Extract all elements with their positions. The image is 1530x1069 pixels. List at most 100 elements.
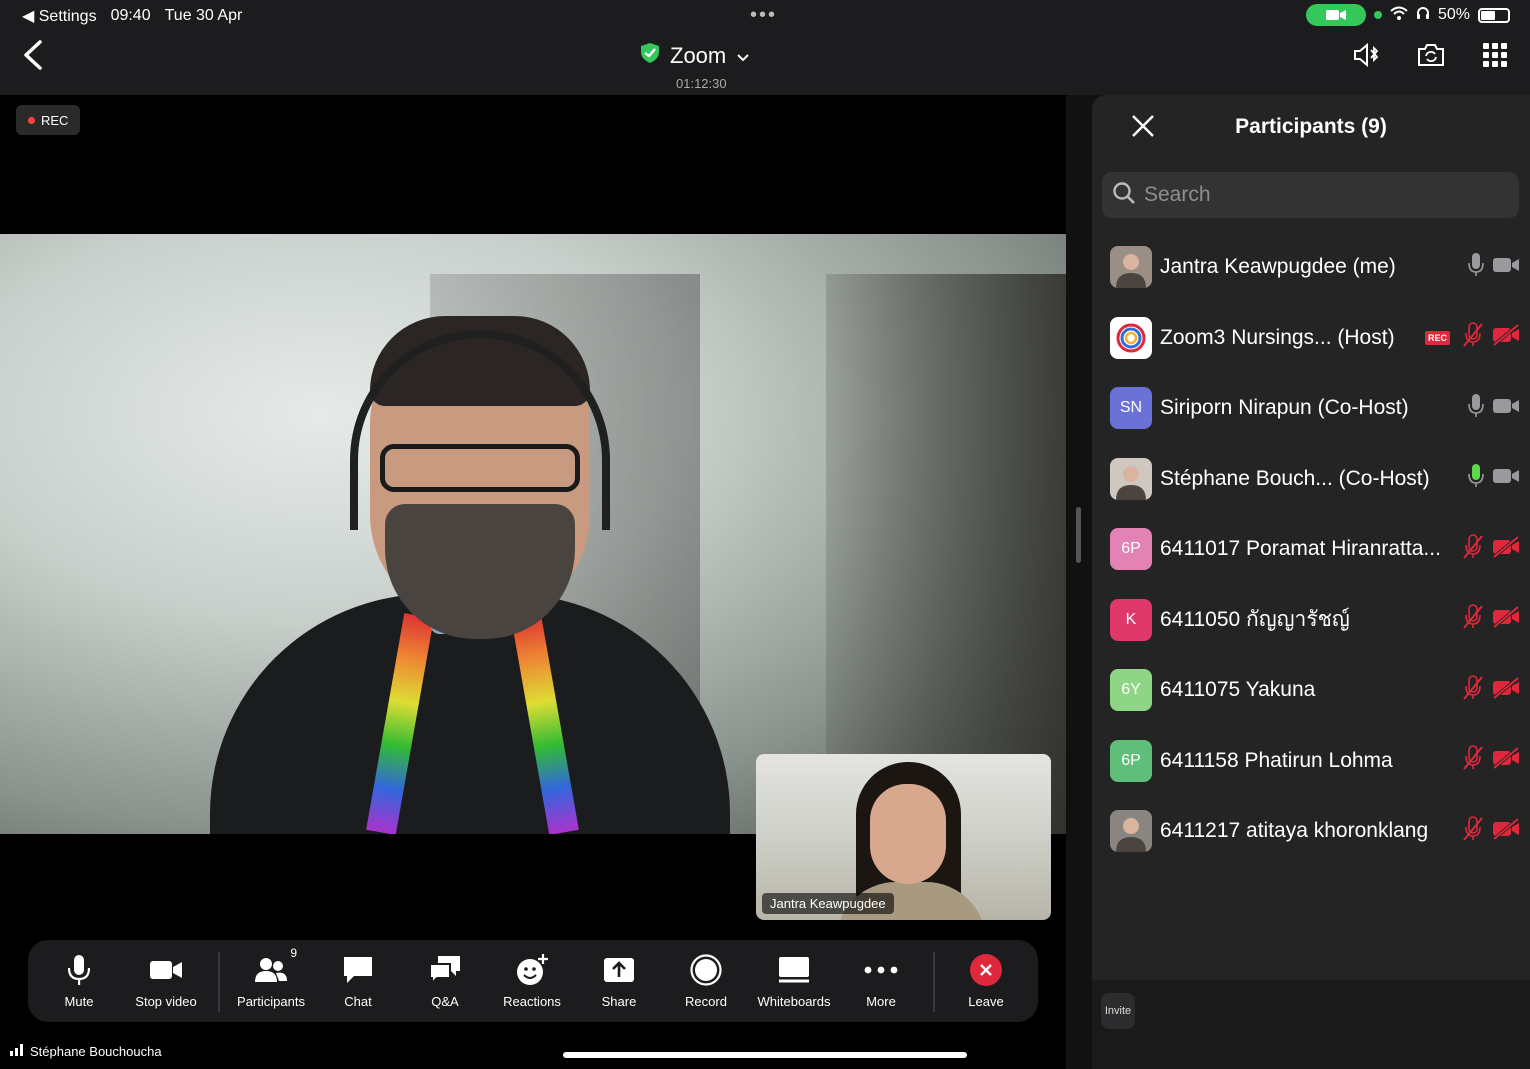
recording-tag: REC [1424, 330, 1450, 345]
leave-button[interactable]: Leave [941, 952, 1031, 1009]
participant-name: Siriporn Nirapun (Co-Host) [1160, 396, 1409, 419]
participant-name: 6411075 Yakuna [1160, 678, 1316, 701]
participant-row[interactable]: 6411217 atitaya khoronklang [1110, 809, 1520, 853]
speaker-bluetooth-icon[interactable] [1352, 40, 1382, 70]
meeting-toolbar: Mute Stop video 9 Participants Chat Q&A … [28, 940, 1038, 1022]
avatar: 6P [1110, 528, 1152, 570]
rec-label: REC [41, 112, 69, 128]
participant-name: Zoom3 Nursings... (Host) [1160, 325, 1395, 349]
camera-in-use-indicator [1305, 4, 1366, 26]
participant-row[interactable]: K 6411050 กัญญารัชญ์ [1110, 598, 1520, 642]
participant-name: 6411017 Poramat Hiranratta... [1160, 537, 1441, 560]
mic-speaking-icon[interactable] [1468, 463, 1484, 494]
share-arrow-icon [601, 952, 637, 988]
participant-row[interactable]: Zoom3 Nursings... (Host) REC [1110, 316, 1520, 360]
qa-button[interactable]: Q&A [400, 952, 490, 1009]
participants-panel-title: Participants (9) [1235, 115, 1387, 138]
video-camera-icon[interactable] [1492, 397, 1520, 420]
mic-muted-icon[interactable] [1462, 322, 1484, 353]
video-off-icon[interactable] [1492, 605, 1520, 633]
battery-percent: 50% [1437, 6, 1470, 23]
whiteboard-icon [776, 952, 812, 988]
more-button[interactable]: More [836, 952, 926, 1009]
mic-icon[interactable] [1468, 393, 1484, 424]
ellipsis-icon [863, 952, 899, 988]
microphone-icon [61, 952, 97, 988]
active-speaker-label: Stéphane Bouchoucha [10, 1044, 162, 1059]
chat-bubble-icon [340, 952, 376, 988]
toolbar-divider [933, 952, 935, 1012]
meeting-title-dropdown[interactable]: Zoom [640, 42, 750, 70]
privacy-dot-icon [1373, 11, 1382, 19]
video-camera-icon[interactable] [1492, 467, 1520, 490]
record-button[interactable]: Record [661, 952, 751, 1009]
mic-muted-icon[interactable] [1462, 745, 1484, 776]
mic-muted-icon[interactable] [1462, 674, 1484, 706]
avatar: K [1110, 598, 1152, 641]
avatar [1110, 457, 1152, 500]
recording-indicator[interactable]: REC [16, 105, 81, 135]
video-camera-icon [148, 952, 184, 988]
meeting-title: Zoom [670, 43, 727, 68]
smiley-plus-icon [514, 952, 550, 988]
invite-button[interactable]: Invite [1101, 993, 1135, 1029]
back-to-settings-link[interactable]: ◀ Settings [22, 6, 97, 26]
panel-resize-handle[interactable] [1076, 507, 1081, 563]
apps-grid-icon[interactable] [1480, 40, 1510, 70]
headphones-icon [1416, 6, 1430, 25]
self-view-name-label: Jantra Keawpugdee [762, 893, 894, 914]
video-camera-icon[interactable] [1492, 256, 1520, 279]
video-off-icon[interactable] [1492, 817, 1520, 845]
participants-button[interactable]: 9 Participants [226, 946, 316, 1009]
mic-muted-icon[interactable] [1462, 533, 1484, 565]
avatar: 6P [1110, 739, 1152, 782]
participant-row[interactable]: 6P 6411017 Poramat Hiranratta... [1110, 527, 1520, 571]
speaker-figure [210, 316, 730, 834]
video-off-icon[interactable] [1492, 676, 1520, 704]
participant-name: Stéphane Bouch... (Co-Host) [1160, 466, 1430, 490]
shield-check-icon [640, 42, 660, 70]
avatar: SN [1110, 387, 1152, 429]
participants-count-badge: 9 [290, 946, 297, 960]
participant-row[interactable]: Stéphane Bouch... (Co-Host) [1110, 457, 1520, 501]
leave-x-icon [968, 952, 1004, 988]
meeting-header: Zoom 01:12:30 [0, 30, 1530, 95]
mic-muted-icon[interactable] [1462, 815, 1484, 847]
participant-name: 6411158 Phatirun Lohma [1160, 748, 1393, 772]
toolbar-divider [218, 952, 220, 1012]
participant-row[interactable]: 6Y 6411075 Yakuna [1110, 668, 1520, 712]
participant-search[interactable] [1102, 172, 1519, 218]
stop-video-button[interactable]: Stop video [121, 952, 211, 1009]
participant-row[interactable]: SN Siriporn Nirapun (Co-Host) [1110, 386, 1520, 430]
mute-button[interactable]: Mute [34, 952, 124, 1009]
home-indicator[interactable] [563, 1052, 967, 1058]
chat-button[interactable]: Chat [313, 952, 403, 1009]
meeting-stage: REC Jantra Keawpugdee [0, 95, 1066, 1069]
background-shelf [826, 274, 1066, 834]
whiteboards-button[interactable]: Whiteboards [749, 952, 839, 1009]
participant-row[interactable]: Jantra Keawpugdee (me) [1110, 245, 1520, 289]
participant-row[interactable]: 6P 6411158 Phatirun Lohma [1110, 739, 1520, 783]
self-view-video[interactable]: Jantra Keawpugdee [756, 754, 1051, 920]
meeting-timer: 01:12:30 [676, 76, 727, 91]
video-off-icon[interactable] [1492, 535, 1520, 563]
date: Tue 30 Apr [164, 7, 243, 24]
avatar [1110, 810, 1152, 852]
clock: 09:40 [110, 7, 151, 24]
participant-name: Jantra Keawpugdee (me) [1160, 255, 1396, 278]
panel-footer: Invite [1092, 980, 1530, 1069]
wifi-icon [1390, 6, 1408, 25]
active-speaker-video[interactable] [0, 234, 1066, 834]
multitasking-dots-icon[interactable]: ••• [750, 4, 777, 27]
video-off-icon[interactable] [1492, 323, 1520, 351]
search-input[interactable] [1144, 183, 1504, 207]
mic-icon[interactable] [1468, 252, 1484, 283]
reactions-button[interactable]: Reactions [487, 952, 577, 1009]
people-icon: 9 [253, 946, 297, 988]
participants-panel: Participants (9) Jantra Keawpugdee (me) Z… [1092, 95, 1530, 980]
video-off-icon[interactable] [1492, 746, 1520, 774]
back-chevron-icon[interactable] [20, 40, 48, 70]
switch-camera-icon[interactable] [1416, 40, 1446, 70]
mic-muted-icon[interactable] [1462, 604, 1484, 635]
share-button[interactable]: Share [574, 952, 664, 1009]
